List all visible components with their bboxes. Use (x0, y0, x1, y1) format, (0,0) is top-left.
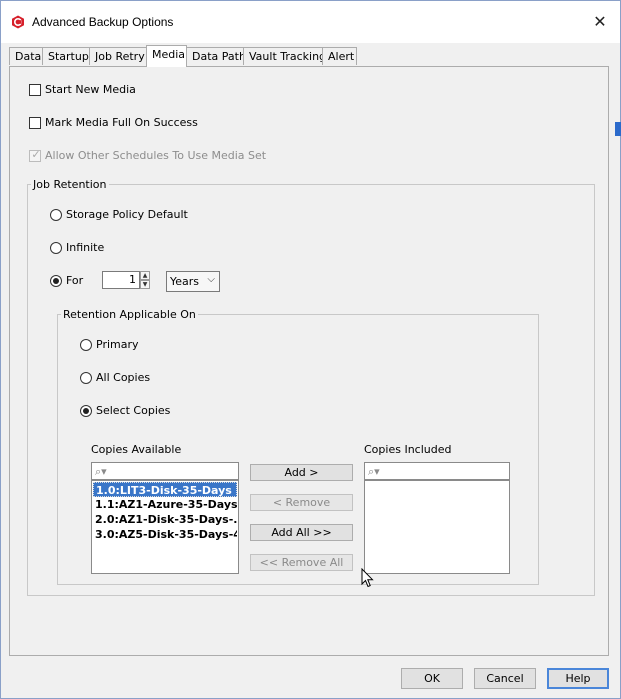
tab-alert[interactable]: Alert (322, 47, 357, 65)
spinner-down-icon[interactable]: ▼ (140, 280, 150, 289)
copies-available-label: Copies Available (91, 443, 182, 456)
copies-available-list[interactable]: 1.0:LIT3-Disk-35-Days 1.1:AZ1-Azure-35-D… (91, 480, 239, 574)
tab-job-retry[interactable]: Job Retry (89, 47, 147, 65)
remove-all-button[interactable]: << Remove All (250, 554, 353, 571)
primary-label: Primary (96, 338, 139, 351)
background-window-edge (615, 122, 621, 136)
infinite-radio[interactable] (50, 242, 62, 254)
tab-startup[interactable]: Startup (42, 47, 90, 65)
mark-media-full-label: Mark Media Full On Success (45, 116, 198, 129)
checkmark-icon: ✓ (31, 148, 41, 161)
help-button[interactable]: Help (547, 668, 609, 689)
radio-selected-dot (83, 408, 89, 414)
search-icon: ⌕▾ (368, 465, 380, 478)
dialog-title: Advanced Backup Options (32, 15, 174, 29)
tab-vault-tracking[interactable]: Vault Tracking (243, 47, 326, 65)
select-copies-label: Select Copies (96, 404, 171, 417)
retention-unit-select[interactable]: Years ⌵ (166, 271, 220, 292)
tab-media[interactable]: Media (146, 45, 187, 67)
cancel-button[interactable]: Cancel (474, 668, 536, 689)
add-button[interactable]: Add > (250, 464, 353, 481)
list-item[interactable]: 1.0:LIT3-Disk-35-Days (93, 482, 237, 497)
remove-button[interactable]: < Remove (250, 494, 353, 511)
mouse-pointer-icon (361, 568, 374, 588)
list-item[interactable]: 3.0:AZ5-Disk-35-Days-4... (93, 527, 237, 542)
tab-data-path[interactable]: Data Path (186, 47, 246, 65)
title-bar: Advanced Backup Options ✕ (1, 1, 620, 43)
add-all-button[interactable]: Add All >> (250, 524, 353, 541)
all-copies-label: All Copies (96, 371, 151, 384)
primary-radio[interactable] (80, 339, 92, 351)
copies-included-label: Copies Included (364, 443, 452, 456)
search-icon: ⌕▾ (95, 465, 107, 478)
job-retention-title: Job Retention (31, 178, 109, 191)
mark-media-full-checkbox[interactable] (29, 117, 41, 129)
chevron-down-icon: ⌵ (207, 274, 215, 285)
infinite-label: Infinite (66, 241, 105, 254)
for-radio[interactable] (50, 275, 62, 287)
select-copies-radio[interactable] (80, 405, 92, 417)
app-logo-icon (12, 15, 24, 29)
ok-button[interactable]: OK (401, 668, 463, 689)
start-new-media-label: Start New Media (45, 83, 136, 96)
copies-available-search[interactable]: ⌕▾ (91, 462, 239, 480)
allow-other-schedules-checkbox: ✓ (29, 148, 41, 162)
for-label: For (66, 274, 84, 287)
retention-applicable-title: Retention Applicable On (61, 308, 198, 321)
advanced-backup-options-dialog: Advanced Backup Options ✕ Data Startup J… (0, 0, 621, 699)
allow-other-schedules-label: Allow Other Schedules To Use Media Set (45, 149, 267, 162)
radio-selected-dot (53, 278, 59, 284)
all-copies-radio[interactable] (80, 372, 92, 384)
close-icon[interactable]: ✕ (588, 11, 612, 33)
copies-included-search[interactable]: ⌕▾ (364, 462, 510, 480)
retention-period-input[interactable]: 1 (102, 271, 140, 289)
list-item[interactable]: 2.0:AZ1-Disk-35-Days-... (93, 512, 237, 527)
tab-data[interactable]: Data (9, 47, 43, 65)
copies-included-list[interactable] (364, 480, 510, 574)
start-new-media-checkbox[interactable] (29, 84, 41, 96)
storage-policy-default-label: Storage Policy Default (66, 208, 188, 221)
spinner-up-icon[interactable]: ▲ (140, 271, 150, 280)
list-item[interactable]: 1.1:AZ1-Azure-35-Days... (93, 497, 237, 512)
retention-unit-value: Years (170, 275, 200, 288)
storage-policy-default-radio[interactable] (50, 209, 62, 221)
